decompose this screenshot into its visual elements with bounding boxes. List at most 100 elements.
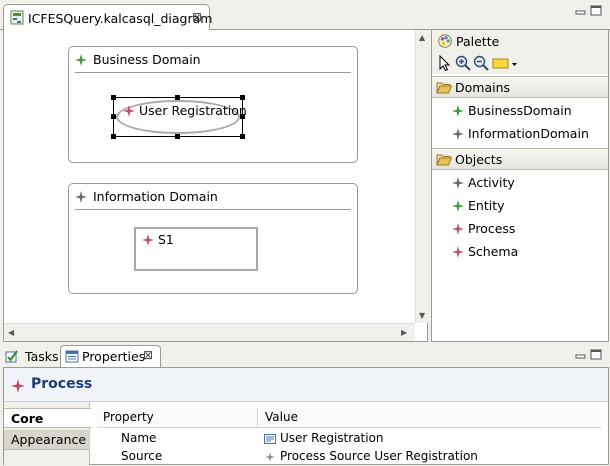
editor-tab[interactable]: ICFESQuery.kalcasql_diagram ⊠ — [3, 4, 213, 31]
minimize-icon[interactable] — [575, 350, 587, 360]
table-row[interactable]: Source Process Source User Registration — [97, 448, 601, 466]
palette-toolbar — [432, 52, 608, 74]
close-icon[interactable]: ⊠ — [143, 348, 153, 362]
properties-header: Process — [4, 368, 608, 402]
palette-drawer-objects[interactable]: Objects — [432, 148, 608, 170]
close-icon[interactable]: ⊠ — [192, 10, 202, 24]
palette-icon — [438, 34, 452, 48]
column-header-value[interactable]: Value — [265, 410, 298, 424]
resize-handle[interactable] — [240, 95, 245, 100]
properties-tab-appearance[interactable]: Appearance — [4, 430, 90, 450]
properties-title: Process — [31, 376, 93, 392]
schema-icon — [142, 234, 154, 246]
resize-handle[interactable] — [111, 114, 116, 119]
palette-item-label: Entity — [468, 198, 505, 213]
palette-item-label: Process — [468, 221, 516, 236]
vertical-scrollbar[interactable]: ▲ ▼ — [415, 30, 429, 323]
business-domain-icon — [75, 54, 87, 66]
tab-label: Core — [11, 411, 44, 426]
folder-open-icon — [436, 82, 452, 94]
resize-handle[interactable] — [111, 134, 116, 139]
business-domain-title: Business Domain — [93, 52, 201, 67]
palette-drawer-domains[interactable]: Domains — [432, 76, 608, 98]
property-name: Name — [121, 431, 157, 445]
tab-label: Tasks — [25, 349, 59, 364]
diagram-editor: ICFESQuery.kalcasql_diagram ⊠ Business D… — [0, 0, 610, 343]
property-value: Process Source User Registration — [280, 449, 478, 463]
zoom-out-icon[interactable] — [473, 55, 489, 71]
canvas-container: Business Domain User Registration Inform… — [3, 30, 429, 342]
palette-item-entity[interactable]: Entity — [432, 194, 608, 217]
zoom-in-icon[interactable] — [455, 55, 471, 71]
text-field-icon — [264, 434, 276, 444]
column-header-property[interactable]: Property — [103, 410, 154, 424]
properties-panel: Process Core Appearance Property Value N… — [3, 367, 609, 466]
palette-header: Palette — [432, 30, 608, 52]
palette-panel: Palette Domains BusinessDomain Informati… — [431, 30, 609, 342]
scroll-down-icon[interactable]: ▼ — [419, 311, 425, 320]
resize-handle[interactable] — [111, 95, 116, 100]
table-row[interactable]: Name User Registration — [97, 430, 601, 448]
resize-handle[interactable] — [175, 134, 180, 139]
entity-icon — [452, 200, 464, 212]
process-node-user-registration[interactable]: User Registration — [111, 95, 247, 139]
minimize-icon[interactable] — [575, 6, 587, 16]
resize-handle[interactable] — [175, 95, 180, 100]
information-domain-title: Information Domain — [93, 189, 218, 204]
activity-icon — [452, 177, 464, 189]
property-name: Source — [121, 449, 163, 463]
palette-item-label: BusinessDomain — [468, 103, 572, 118]
schema-node-label: S1 — [158, 232, 174, 247]
information-domain-icon — [75, 191, 87, 203]
scroll-left-icon[interactable]: ◀ — [8, 328, 14, 337]
property-value: User Registration — [280, 431, 384, 445]
scroll-right-icon[interactable]: ▶ — [401, 328, 407, 337]
palette-item-activity[interactable]: Activity — [432, 171, 608, 194]
palette-item-schema[interactable]: Schema — [432, 240, 608, 263]
editor-tab-label: ICFESQuery.kalcasql_diagram — [28, 11, 213, 26]
maximize-icon[interactable] — [590, 5, 602, 16]
divider — [75, 72, 351, 73]
tab-tasks[interactable]: Tasks — [2, 346, 59, 367]
drawer-label: Objects — [455, 152, 503, 167]
tab-label: Appearance — [11, 432, 87, 447]
palette-item-label: Schema — [468, 244, 519, 259]
diagram-canvas[interactable]: Business Domain User Registration Inform… — [4, 30, 415, 323]
diagram-file-icon — [10, 10, 24, 25]
reference-icon — [265, 452, 275, 462]
resize-handle[interactable] — [240, 134, 245, 139]
drawer-label: Domains — [455, 80, 511, 95]
folder-open-icon — [436, 154, 452, 166]
business-domain-icon — [452, 105, 464, 117]
tab-label: Properties — [82, 349, 146, 364]
column-divider[interactable] — [257, 408, 258, 428]
palette-item-information-domain[interactable]: InformationDomain — [432, 122, 608, 145]
resize-handle[interactable] — [240, 114, 245, 119]
maximize-icon[interactable] — [590, 349, 602, 360]
tasks-icon — [5, 350, 18, 363]
bottom-tabbar: Tasks Properties ⊠ — [0, 343, 610, 367]
editor-tabbar: ICFESQuery.kalcasql_diagram ⊠ — [0, 0, 610, 31]
palette-item-label: Activity — [468, 175, 515, 190]
properties-icon — [65, 350, 79, 363]
note-dropdown-icon[interactable] — [492, 55, 518, 71]
horizontal-scrollbar[interactable]: ◀ ▶ — [4, 323, 415, 341]
process-icon — [452, 223, 464, 235]
information-domain-icon — [452, 128, 464, 140]
process-icon — [11, 379, 25, 393]
table-header: Property Value — [97, 408, 601, 428]
tab-properties[interactable]: Properties ⊠ — [60, 345, 161, 367]
select-arrow-icon[interactable] — [437, 55, 453, 71]
palette-item-process[interactable]: Process — [432, 217, 608, 240]
scroll-up-icon[interactable]: ▲ — [419, 33, 425, 42]
schema-node-s1[interactable]: S1 — [134, 227, 258, 271]
divider — [75, 209, 351, 210]
palette-item-business-domain[interactable]: BusinessDomain — [432, 99, 608, 122]
schema-icon — [452, 246, 464, 258]
selection-frame — [113, 97, 243, 137]
bottom-views: Tasks Properties ⊠ Process Core Appearan… — [0, 343, 610, 466]
palette-title: Palette — [456, 34, 500, 49]
properties-tab-core[interactable]: Core — [4, 408, 91, 428]
properties-table: Property Value Name User Registration So… — [97, 408, 601, 466]
palette-item-label: InformationDomain — [468, 126, 589, 141]
